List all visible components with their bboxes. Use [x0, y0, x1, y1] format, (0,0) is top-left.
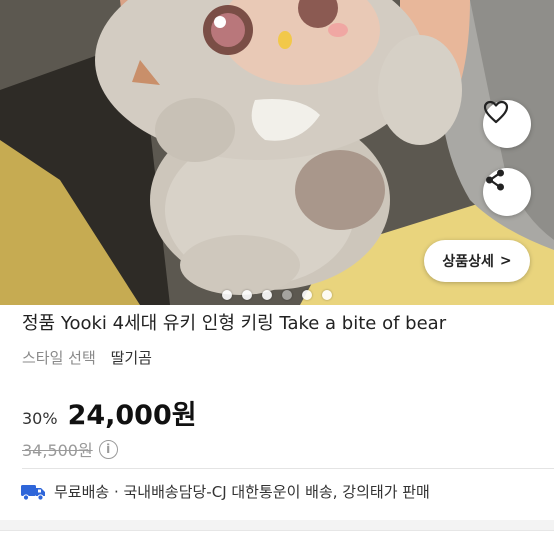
next-section — [0, 530, 554, 555]
original-price-row: 34,500원 i — [22, 437, 118, 461]
sale-price: 24,000원 — [67, 400, 197, 431]
share-button[interactable] — [483, 168, 531, 216]
product-title: 정품 Yooki 4세대 유키 인형 키링 Take a bite of bea… — [22, 313, 447, 334]
truck-icon — [21, 484, 45, 501]
original-price: 34,500원 — [22, 441, 93, 460]
option-value: 딸기곰 — [110, 349, 152, 367]
price-row: 30% 24,000원 — [22, 393, 197, 432]
share-icon — [486, 169, 504, 191]
info-icon[interactable]: i — [98, 439, 118, 459]
like-button[interactable] — [483, 100, 531, 148]
chevron-right-icon: > — [499, 253, 512, 269]
pagination-dot-active[interactable] — [282, 290, 292, 300]
shipping-info: 무료배송 · 국내배송담당-CJ 대한통운이 배송, 강의태가 판매 — [20, 481, 430, 502]
discount-rate: 30% — [22, 409, 58, 428]
option-label: 스타일 선택 — [22, 349, 96, 367]
shipping-text: 무료배송 · 국내배송담당-CJ 대한통운이 배송, 강의태가 판매 — [54, 483, 430, 501]
product-page: 상품상세 > 정품 Yooki 4세대 유키 인형 키링 Take a bite… — [0, 0, 554, 555]
product-detail-button[interactable]: 상품상세 > — [424, 240, 530, 282]
heart-icon — [483, 100, 509, 124]
pagination-dot[interactable] — [242, 290, 252, 300]
pagination-dot[interactable] — [302, 290, 312, 300]
pagination-dot[interactable] — [262, 290, 272, 300]
product-detail-label: 상품상세 — [442, 254, 494, 270]
gallery-pagination — [0, 288, 554, 302]
option-row[interactable]: 스타일 선택 딸기곰 — [22, 347, 152, 368]
pagination-dot[interactable] — [222, 290, 232, 300]
product-image-gallery[interactable]: 상품상세 > — [0, 0, 554, 305]
divider — [22, 468, 554, 469]
pagination-dot[interactable] — [322, 290, 332, 300]
